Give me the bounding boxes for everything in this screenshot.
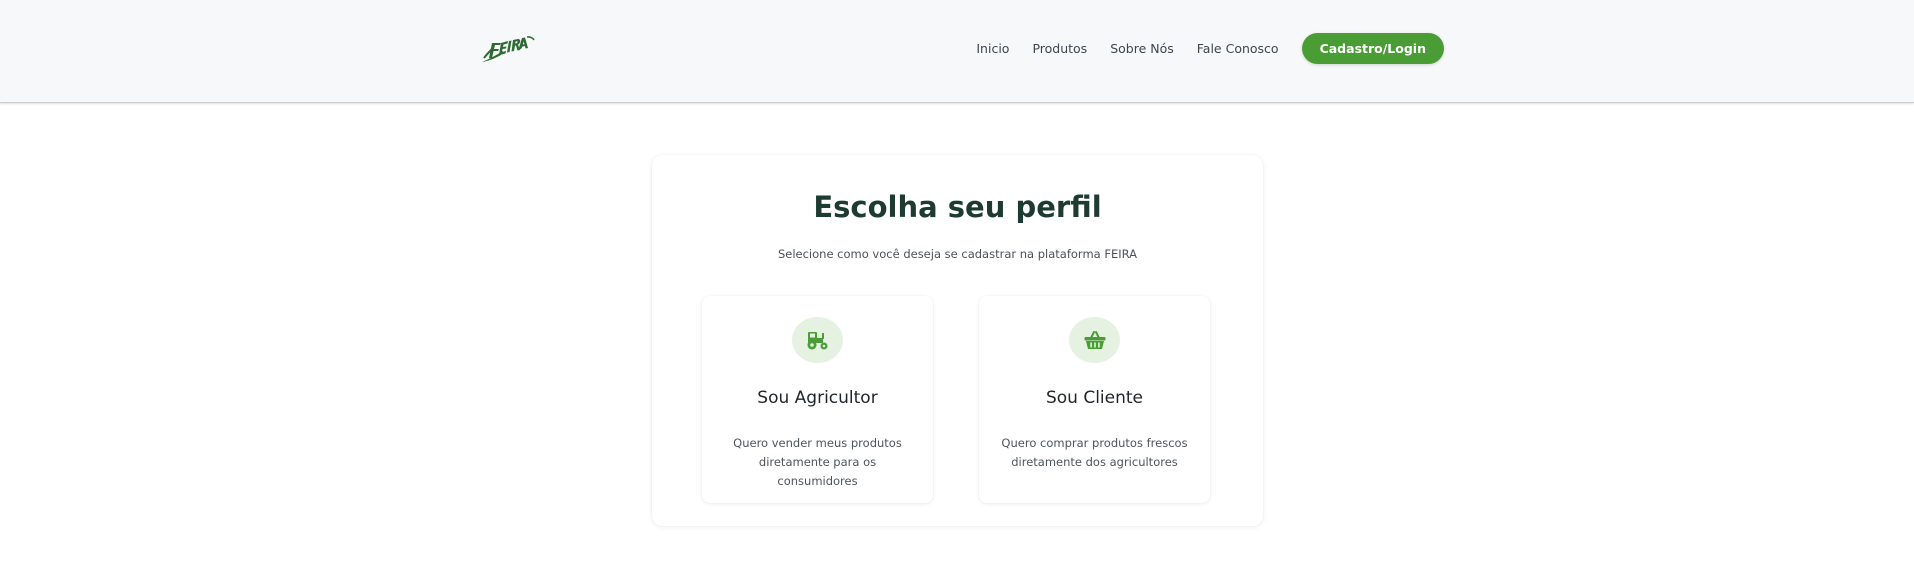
main-nav: Inicio Produtos Sobre Nós Fale Conosco C… <box>976 30 1444 66</box>
feira-logo[interactable] <box>481 34 535 66</box>
tractor-icon <box>792 317 843 363</box>
customer-card-description: Quero comprar produtos frescos diretamen… <box>1001 436 1188 469</box>
farmer-card-title: Sou Agricultor <box>757 388 878 408</box>
farmer-profile-card[interactable]: Sou Agricultor Quero vender meus produto… <box>702 296 933 503</box>
nav-link-inicio[interactable]: Inicio <box>976 41 1009 56</box>
nav-link-fale-conosco[interactable]: Fale Conosco <box>1197 41 1279 56</box>
customer-card-title: Sou Cliente <box>1045 388 1144 408</box>
customer-profile-card[interactable]: Sou Cliente Quero comprar produtos fresc… <box>979 296 1210 503</box>
farmer-card-description: Quero vender meus produtos diretamente p… <box>733 436 902 488</box>
page-subtitle: Selecione como você deseja se cadastrar … <box>777 247 1138 261</box>
feira-logo-mark <box>482 36 535 62</box>
signup-login-button[interactable]: Cadastro/Login <box>1301 32 1444 64</box>
page-title: Escolha seu perfil <box>813 190 1102 224</box>
nav-link-sobre-nos[interactable]: Sobre Nós <box>1110 41 1174 56</box>
nav-link-produtos[interactable]: Produtos <box>1032 41 1087 56</box>
shopping-basket-icon <box>1069 317 1120 363</box>
profile-selection-panel: Escolha seu perfil Selecione como você d… <box>652 155 1263 526</box>
top-navbar: Inicio Produtos Sobre Nós Fale Conosco C… <box>0 0 1914 103</box>
